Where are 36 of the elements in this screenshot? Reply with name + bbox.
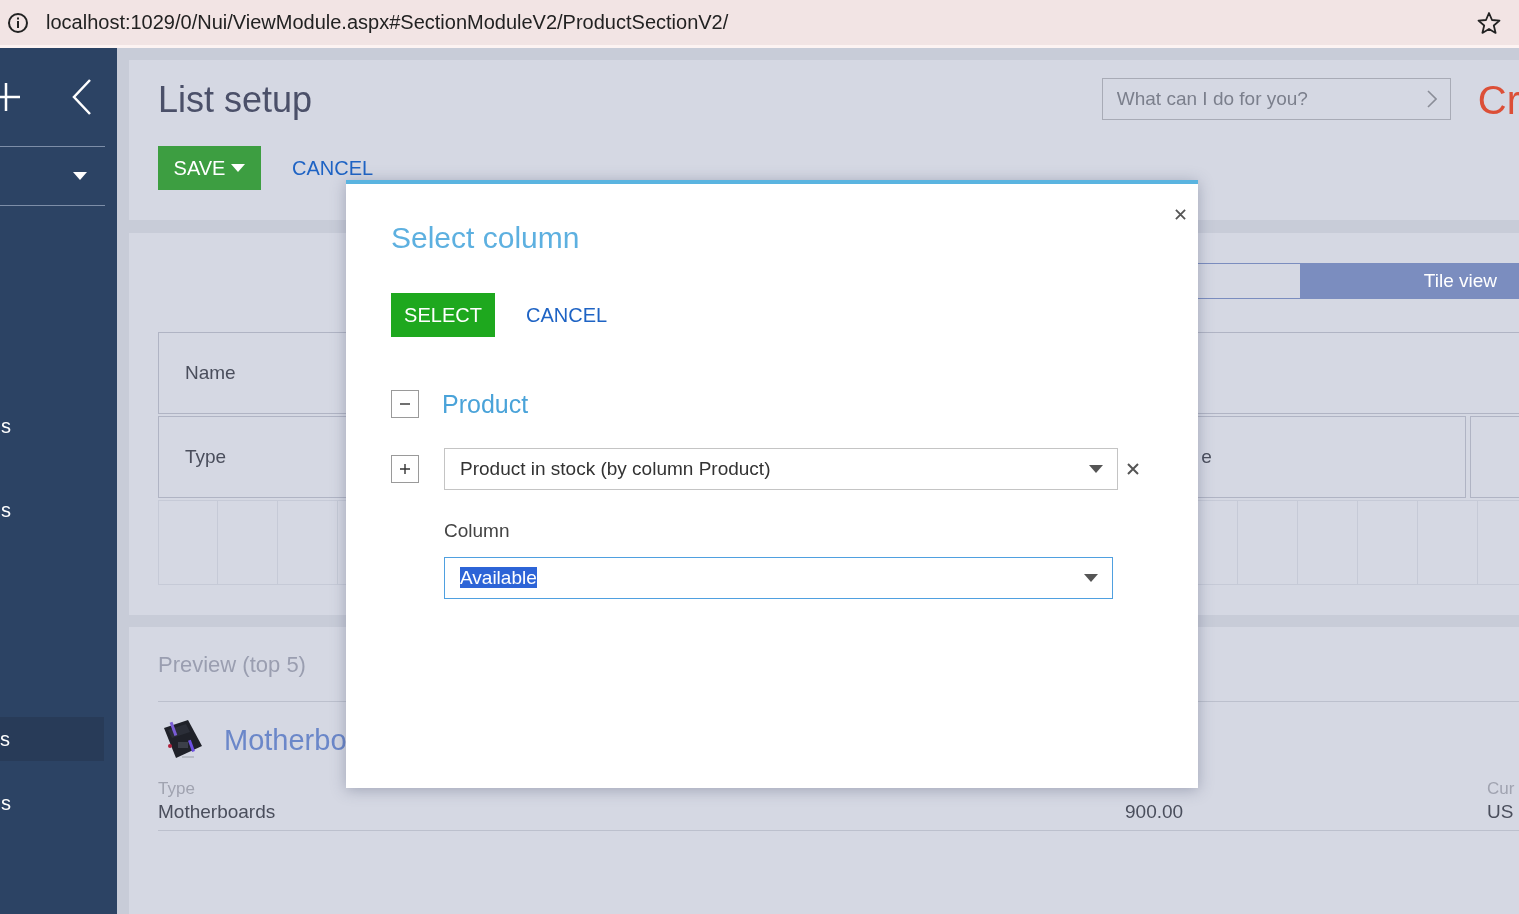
field-value: Motherboards xyxy=(158,800,277,824)
cancel-link[interactable]: CANCEL xyxy=(526,303,608,327)
column-dropdown[interactable]: Available xyxy=(444,557,1113,599)
save-button[interactable]: SAVE xyxy=(158,146,261,190)
relation-dropdown[interactable]: Product in stock (by column Product) xyxy=(444,448,1118,490)
info-icon[interactable] xyxy=(7,11,29,34)
star-icon[interactable] xyxy=(1477,10,1501,35)
sidebar-item[interactable]: s xyxy=(0,761,117,845)
select-button[interactable]: SELECT xyxy=(391,293,495,337)
logo-text: Cr xyxy=(1477,78,1519,122)
preview-title: Preview (top 5) xyxy=(158,651,307,679)
close-button[interactable] xyxy=(1175,209,1186,220)
remove-icon xyxy=(1127,463,1139,475)
cancel-link[interactable]: CANCEL xyxy=(292,156,374,180)
expand-button[interactable] xyxy=(391,455,419,483)
dialog-title: Select column xyxy=(391,220,581,256)
plus-icon xyxy=(399,463,411,475)
collapse-button[interactable] xyxy=(391,390,419,418)
column-cell[interactable] xyxy=(1469,416,1519,498)
caret-icon xyxy=(1084,574,1098,582)
column-label: Column xyxy=(444,519,511,543)
close-icon xyxy=(1175,209,1186,220)
dropdown-caret-icon xyxy=(73,172,87,180)
view-toggle-option[interactable]: Tile view xyxy=(1301,263,1519,299)
field-value: US xyxy=(1487,800,1515,824)
sidebar-item[interactable]: s xyxy=(0,717,104,761)
sidebar-item[interactable]: s xyxy=(0,384,117,468)
back-icon[interactable] xyxy=(72,79,92,115)
chevron-right-icon xyxy=(1426,90,1437,108)
remove-button[interactable] xyxy=(1127,463,1139,475)
caret-icon xyxy=(231,164,246,172)
page-title: List setup xyxy=(158,78,314,122)
field-value: 900.00 xyxy=(1125,800,1185,824)
caret-icon xyxy=(1089,465,1103,473)
sidebar-item[interactable]: s xyxy=(0,468,117,552)
search-field[interactable]: What can I do for you? xyxy=(1101,78,1451,120)
